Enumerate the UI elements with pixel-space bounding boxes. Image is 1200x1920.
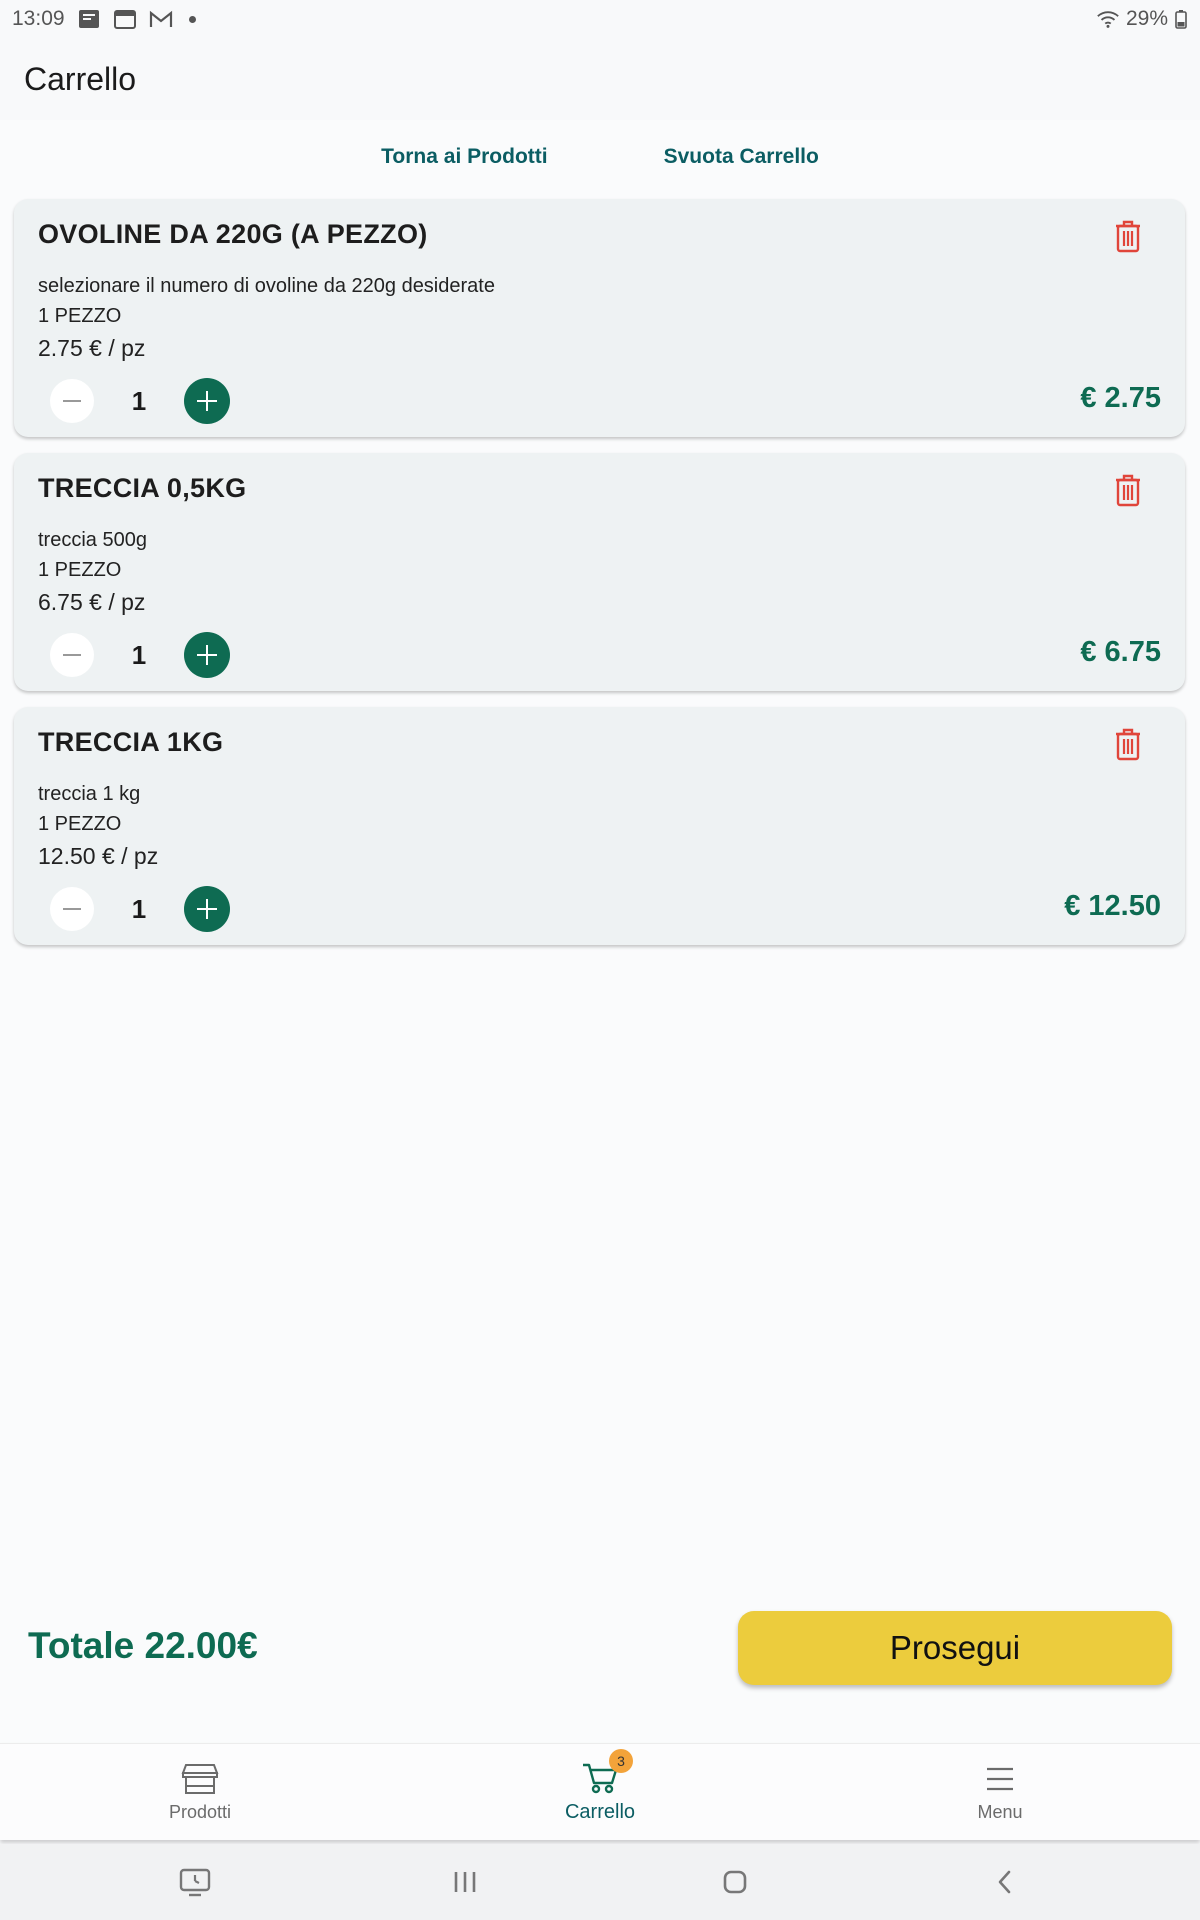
cart-item: OVOLINE DA 220G (A PEZZO) selezionare il… [14, 199, 1185, 437]
cart-item: TRECCIA 1KG treccia 1 kg 1 PEZZO 12.50 €… [14, 707, 1185, 945]
status-time: 13:09 [12, 7, 65, 30]
minus-icon [63, 400, 81, 402]
item-line-total: € 6.75 [1080, 636, 1161, 668]
battery-icon [1174, 8, 1188, 30]
cart-actions: Torna ai Prodotti Svuota Carrello [0, 132, 1200, 182]
back-to-products-button[interactable]: Torna ai Prodotti [367, 132, 561, 182]
empty-cart-button[interactable]: Svuota Carrello [650, 132, 833, 182]
menu-icon [981, 1762, 1019, 1796]
decrease-quantity-button[interactable] [50, 633, 94, 677]
increase-quantity-button[interactable] [184, 378, 230, 424]
cart-item: TRECCIA 0,5KG treccia 500g 1 PEZZO 6.75 … [14, 453, 1185, 691]
cart-list: OVOLINE DA 220G (A PEZZO) selezionare il… [14, 199, 1185, 961]
cart-total: Totale 22.00€ [28, 1625, 258, 1666]
increase-quantity-button[interactable] [184, 886, 230, 932]
nav-label-menu: Menu [977, 1801, 1023, 1822]
item-price-per-unit: 2.75 € / pz [38, 335, 146, 361]
dot-icon [188, 15, 196, 23]
item-line-total: € 2.75 [1080, 382, 1161, 414]
nav-label-cart: Carrello [564, 1800, 636, 1823]
decrease-quantity-button[interactable] [50, 379, 94, 423]
gmail-icon [149, 8, 173, 30]
item-unit: 1 PEZZO [38, 813, 122, 835]
nav-item-cart[interactable]: 3 Carrello [400, 1744, 800, 1840]
item-quantity: 1 [131, 385, 147, 416]
item-description: treccia 1 kg [38, 783, 141, 805]
back-icon[interactable] [985, 1862, 1025, 1902]
increase-quantity-button[interactable] [184, 632, 230, 678]
item-line-total: € 12.50 [1064, 890, 1161, 922]
screen-tool-icon[interactable] [175, 1862, 215, 1902]
status-bar: 13:09 29% [0, 0, 1200, 38]
nav-label-products: Prodotti [168, 1801, 232, 1822]
status-left: 13:09 [12, 7, 196, 31]
nav-item-menu[interactable]: Menu [800, 1744, 1200, 1840]
page-title: Carrello [24, 60, 137, 97]
recent-apps-icon[interactable] [445, 1862, 485, 1902]
nav-item-products[interactable]: Prodotti [0, 1744, 400, 1840]
calendar-icon [113, 8, 137, 30]
cart-icon: 3 [581, 1748, 633, 1795]
wifi-icon [1096, 8, 1120, 30]
item-quantity: 1 [131, 893, 147, 924]
battery-text: 29% [1125, 7, 1168, 30]
minus-icon [63, 908, 81, 910]
trash-icon[interactable] [1113, 727, 1143, 761]
trash-icon[interactable] [1113, 219, 1143, 253]
decrease-quantity-button[interactable] [50, 887, 94, 931]
minus-icon [63, 654, 81, 656]
item-title: TRECCIA 1KG [38, 727, 224, 757]
item-price-per-unit: 6.75 € / pz [38, 589, 146, 615]
store-icon [181, 1762, 219, 1796]
item-description: treccia 500g [38, 529, 147, 551]
item-title: OVOLINE DA 220G (A PEZZO) [38, 219, 428, 249]
item-unit: 1 PEZZO [38, 559, 122, 581]
proceed-button[interactable]: Prosegui [738, 1611, 1172, 1685]
trash-icon[interactable] [1113, 473, 1143, 507]
item-price-per-unit: 12.50 € / pz [38, 843, 159, 869]
home-icon[interactable] [715, 1862, 755, 1902]
notification-icon [77, 8, 101, 30]
bottom-nav: Prodotti 3 Carrello Menu [0, 1743, 1200, 1840]
item-title: TRECCIA 0,5KG [38, 473, 247, 503]
quantity-stepper: 1 [50, 378, 230, 424]
item-quantity: 1 [131, 639, 147, 670]
quantity-stepper: 1 [50, 886, 230, 932]
quantity-stepper: 1 [50, 632, 230, 678]
status-right: 29% [1096, 7, 1188, 31]
cart-count-badge: 3 [609, 1748, 633, 1773]
app-bar: Carrello [0, 38, 1200, 120]
item-unit: 1 PEZZO [38, 305, 122, 327]
item-description: selezionare il numero di ovoline da 220g… [38, 275, 495, 297]
system-nav-bar [0, 1844, 1200, 1920]
